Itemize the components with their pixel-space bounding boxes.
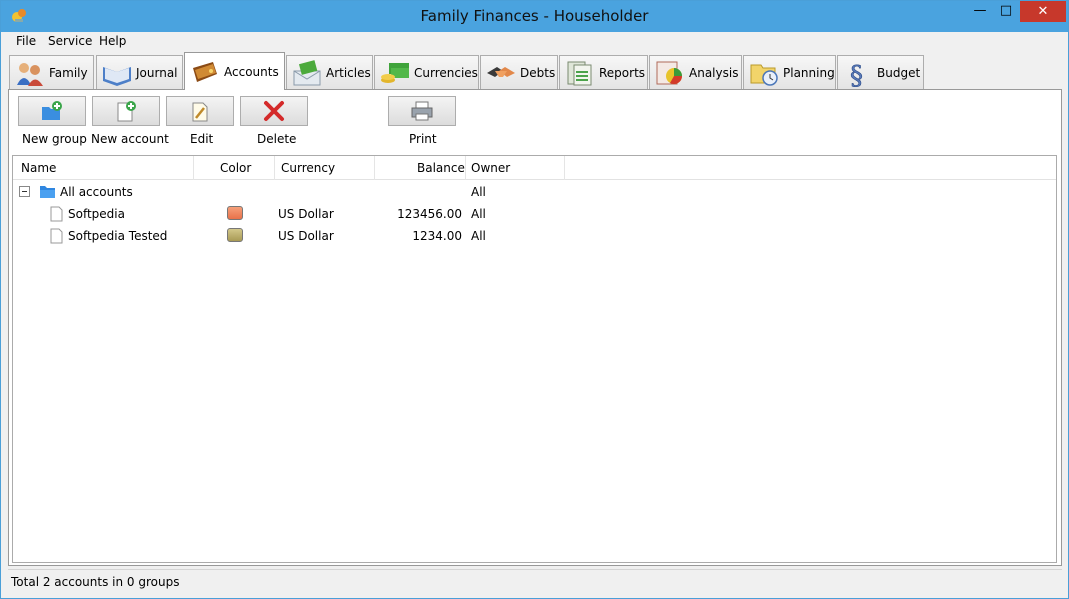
svg-text:§: § [850,61,863,87]
delete-icon [264,101,284,121]
column-header-currency[interactable]: Currency [281,161,335,175]
account-balance: 1234.00 [412,229,462,243]
title-bar[interactable]: Family Finances - Householder — □ ✕ [1,1,1068,32]
grid-header: Name Color Currency Balance Owner [13,156,1056,180]
column-header-owner[interactable]: Owner [471,161,510,175]
edit-label: Edit [190,132,214,146]
wallet-icon [193,61,217,82]
column-separator [274,156,275,180]
column-header-color[interactable]: Color [220,161,251,175]
column-separator [374,156,375,180]
group-name: All accounts [60,185,133,199]
articles-icon [293,60,321,86]
tab-label: Debts [520,66,556,80]
folder-icon [40,186,55,198]
account-owner: All [471,229,486,243]
account-document-icon [50,206,63,222]
tab-label: Reports [599,66,646,80]
analysis-icon [656,61,683,85]
tab-label: Analysis [689,66,739,80]
accounts-toolbar: New group New account Edit Delete Print [9,90,1061,152]
close-icon[interactable]: ✕ [1020,1,1066,22]
tab-label: Currencies [414,66,478,80]
group-owner: All [471,185,486,199]
column-header-name[interactable]: Name [21,161,56,175]
collapse-icon[interactable] [19,186,30,197]
tab-label: Articles [326,66,371,80]
account-name: Softpedia [68,207,125,221]
new-folder-icon [42,101,62,120]
planning-icon [750,64,778,86]
window-title: Family Finances - Householder [420,7,649,25]
family-icon [17,63,43,86]
tab-label: Budget [877,66,921,80]
print-label: Print [409,132,437,146]
tab-currencies[interactable]: Currencies [374,55,479,90]
new-group-button[interactable] [18,96,86,126]
tab-planning[interactable]: Planning [743,55,836,90]
column-header-balance[interactable]: Balance [417,161,465,175]
debts-icon [487,67,515,77]
delete-button[interactable] [240,96,308,126]
status-text: Total 2 accounts in 0 groups [11,575,180,589]
accounts-panel: New group New account Edit Delete Print … [8,89,1062,566]
new-document-icon [117,101,136,122]
account-owner: All [471,207,486,221]
tab-articles[interactable]: Articles [286,55,373,90]
tab-budget[interactable]: § Budget [837,55,924,90]
tab-label: Journal [136,66,178,80]
minimize-icon[interactable]: — [967,3,993,25]
accounts-grid[interactable]: Name Color Currency Balance Owner All ac… [12,155,1057,563]
table-row[interactable]: Softpedia Tested US Dollar 1234.00 All [13,225,1056,247]
tab-label: Family [49,66,88,80]
app-window: Family Finances - Householder — □ ✕ File… [0,0,1069,599]
tab-reports[interactable]: Reports [559,55,648,90]
tab-label: Accounts [224,64,279,79]
account-balance: 123456.00 [397,207,462,221]
currencies-icon [381,63,409,83]
column-separator [564,156,565,180]
tab-family[interactable]: Family [9,55,94,90]
tab-label: Planning [783,66,835,80]
tab-journal[interactable]: Journal [96,55,183,90]
menu-help[interactable]: Help [99,34,126,48]
status-bar: Total 2 accounts in 0 groups [8,569,1062,593]
tab-debts[interactable]: Debts [480,55,558,90]
budget-icon: § [850,61,864,87]
new-account-label: New account [91,132,169,146]
printer-icon [411,101,433,121]
account-document-icon [50,228,63,244]
account-currency: US Dollar [278,229,334,243]
new-account-button[interactable] [92,96,160,126]
tab-analysis[interactable]: Analysis [649,55,742,90]
account-name: Softpedia Tested [68,229,168,243]
journal-icon [103,67,131,86]
table-row[interactable]: Softpedia US Dollar 123456.00 All [13,203,1056,225]
column-separator [465,156,466,180]
group-row[interactable]: All accounts All [13,181,1056,203]
edit-icon [192,102,208,122]
tab-accounts[interactable]: Accounts [184,52,285,90]
reports-icon [567,61,592,86]
column-separator [193,156,194,180]
maximize-icon[interactable]: □ [993,3,1019,25]
delete-label: Delete [257,132,297,146]
main-tabs: Family Journal Accounts Articles Currenc… [8,52,1062,90]
menu-bar: File Service Help [8,32,1062,52]
edit-button[interactable] [166,96,234,126]
account-color-swatch [227,228,243,242]
print-button[interactable] [388,96,456,126]
account-color-swatch [227,206,243,220]
new-group-label: New group [22,132,87,146]
menu-file[interactable]: File [16,34,36,48]
menu-service[interactable]: Service [48,34,92,48]
account-currency: US Dollar [278,207,334,221]
